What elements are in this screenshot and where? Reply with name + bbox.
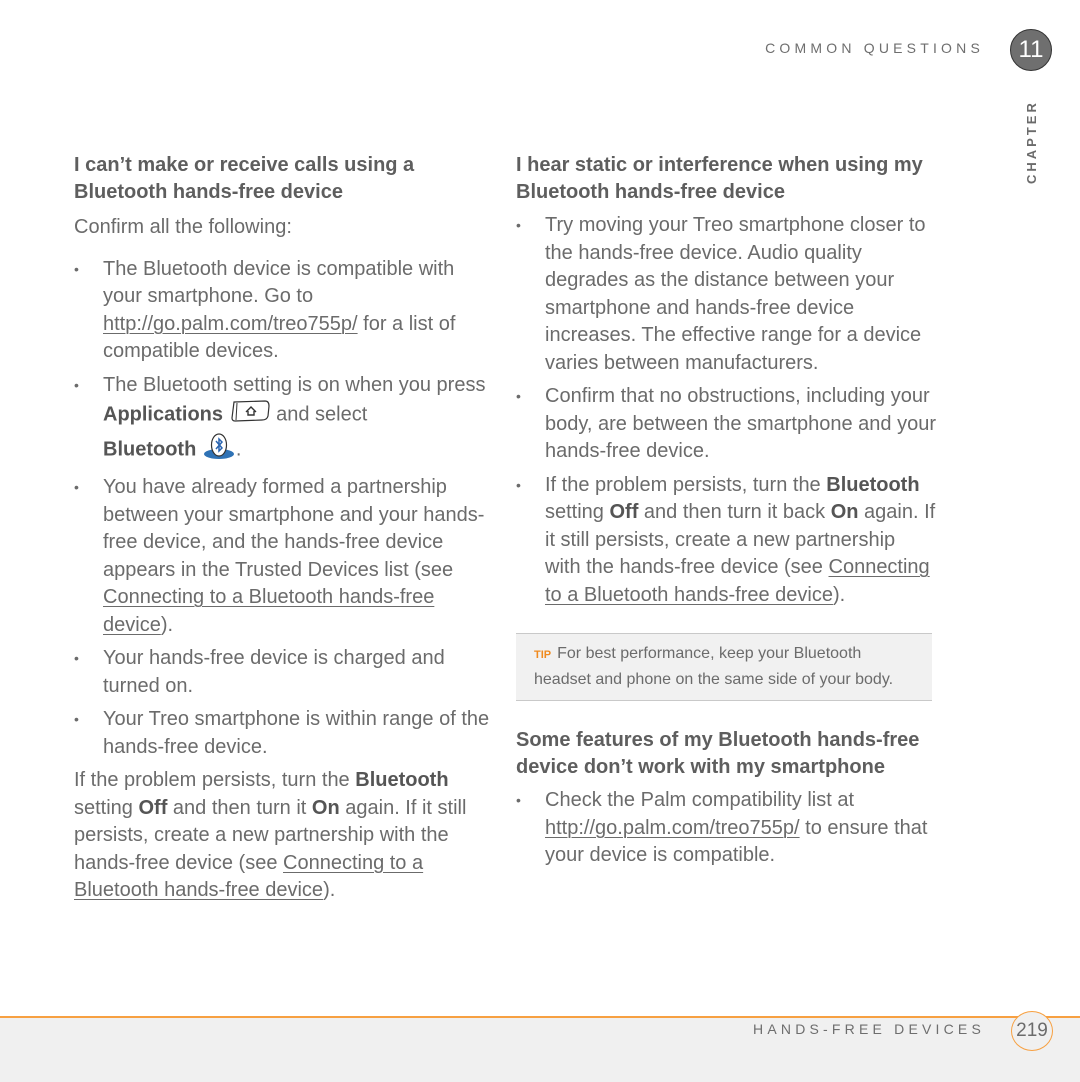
chapter-vertical-label: CHAPTER — [1024, 100, 1039, 184]
bullet-text: and select — [270, 403, 368, 426]
connecting-bluetooth-link[interactable]: Connecting to a Bluetooth hands-free dev… — [103, 586, 434, 636]
bold-text: Bluetooth — [826, 473, 920, 496]
paragraph-text: ). — [323, 879, 336, 901]
chapter-number-badge: 11 — [1010, 29, 1052, 71]
section-heading-features-dont-work: Some features of my Bluetooth hands-free… — [516, 729, 920, 778]
list-item: Try moving your Treo smartphone closer t… — [516, 212, 936, 377]
tip-box: TIP For best performance, keep your Bluet… — [516, 633, 932, 701]
paragraph-text: and then turn it — [167, 796, 312, 819]
list-item: Your Treo smartphone is within range of … — [74, 706, 494, 761]
left-bullet-list: The Bluetooth device is compatible with … — [74, 256, 494, 762]
bold-text: On — [830, 501, 859, 523]
left-column: I can’t make or receive calls using a Bl… — [74, 152, 494, 905]
paragraph-text: If the problem persists, turn the — [74, 769, 356, 791]
bullet-text: You have already formed a partnership be… — [103, 476, 485, 581]
list-item: The Bluetooth device is compatible with … — [74, 256, 494, 366]
bullet-text: setting — [545, 501, 610, 523]
applications-label: Applications — [103, 403, 224, 426]
list-item: Check the Palm compatibility list at htt… — [516, 787, 936, 870]
section-heading-static-interference: I hear static or interference when using… — [516, 154, 923, 203]
list-item: The Bluetooth setting is on when you pre… — [74, 372, 494, 469]
bullet-text: The Bluetooth setting is on when you pre… — [103, 373, 486, 396]
tip-label: TIP — [534, 649, 552, 661]
bullet-text: Your hands-free device is charged and tu… — [103, 647, 445, 697]
bullet-text: Confirm that no obstructions, including … — [545, 385, 936, 462]
right-bullet-list-2: Check the Palm compatibility list at htt… — [516, 787, 936, 870]
bullet-text: Try moving your Treo smartphone closer t… — [545, 214, 926, 374]
intro-text: Confirm all the following: — [74, 216, 292, 238]
bluetooth-app-icon — [202, 432, 236, 469]
bold-text: Off — [138, 796, 168, 819]
bullet-text: If the problem persists, turn the — [545, 473, 827, 496]
paragraph-text: setting — [74, 796, 139, 819]
bullet-text: Check the Palm compatibility list at — [545, 789, 855, 811]
bullet-text: ). — [832, 583, 846, 606]
right-column: I hear static or interference when using… — [516, 152, 936, 870]
right-bullet-list-1: Try moving your Treo smartphone closer t… — [516, 212, 936, 609]
footer-section-label: HANDS-FREE DEVICES — [753, 1021, 985, 1037]
bluetooth-label: Bluetooth — [103, 438, 197, 461]
applications-button-icon — [229, 399, 271, 432]
tip-text: For best performance, keep your Bluetoot… — [534, 645, 894, 688]
closing-paragraph: If the problem persists, turn the Blueto… — [74, 767, 494, 905]
bold-text: Bluetooth — [355, 769, 449, 791]
bold-text: On — [311, 796, 340, 819]
list-item: Your hands-free device is charged and tu… — [74, 645, 494, 700]
bullet-text: . — [235, 438, 242, 461]
header-section-label: COMMON QUESTIONS — [765, 40, 984, 56]
list-item: If the problem persists, turn the Blueto… — [516, 472, 936, 610]
section-heading-cant-make-calls: I can’t make or receive calls using a Bl… — [74, 154, 415, 203]
list-item: You have already formed a partnership be… — [74, 474, 494, 639]
palm-compat-link[interactable]: http://go.palm.com/treo755p/ — [103, 313, 358, 335]
page-number-badge: 219 — [1011, 1011, 1053, 1051]
bullet-text: Your Treo smartphone is within range of … — [103, 708, 490, 758]
list-item: Confirm that no obstructions, including … — [516, 383, 936, 466]
bold-text: Off — [609, 501, 639, 523]
bullet-text: ). — [160, 613, 174, 636]
bullet-text: and then turn it back — [638, 501, 831, 523]
bullet-text: The Bluetooth device is compatible with … — [103, 257, 455, 308]
palm-compat-link[interactable]: http://go.palm.com/treo755p/ — [545, 817, 800, 839]
